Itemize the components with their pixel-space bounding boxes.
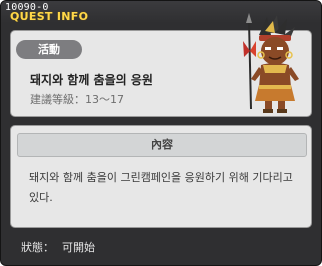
status-label: 狀態：: [21, 241, 54, 254]
quest-name: 돼지와 함께 춤을의 응원: [30, 73, 153, 87]
section-label-pill: 活動: [16, 40, 82, 59]
quest-status: 狀態： 可開始: [21, 239, 103, 255]
window-title: QUEST INFO: [10, 10, 89, 23]
level-range: 13～17: [85, 93, 124, 106]
content-header: 內容: [17, 133, 307, 157]
tribal-warrior-npc-icon: [243, 13, 299, 113]
quest-description: 돼지와 함께 춤을이 그린캠페인을 응원하기 위해 기다리고 있다.: [29, 171, 293, 204]
level-label: 建議等級：: [30, 93, 85, 106]
status-value: 可開始: [62, 241, 95, 254]
quest-info-window: 10090-0 QUEST INFO 活動 돼지와 함께 춤을의 응원 建議等級…: [0, 0, 322, 266]
recommended-level: 建議等級：13～17: [30, 91, 124, 107]
